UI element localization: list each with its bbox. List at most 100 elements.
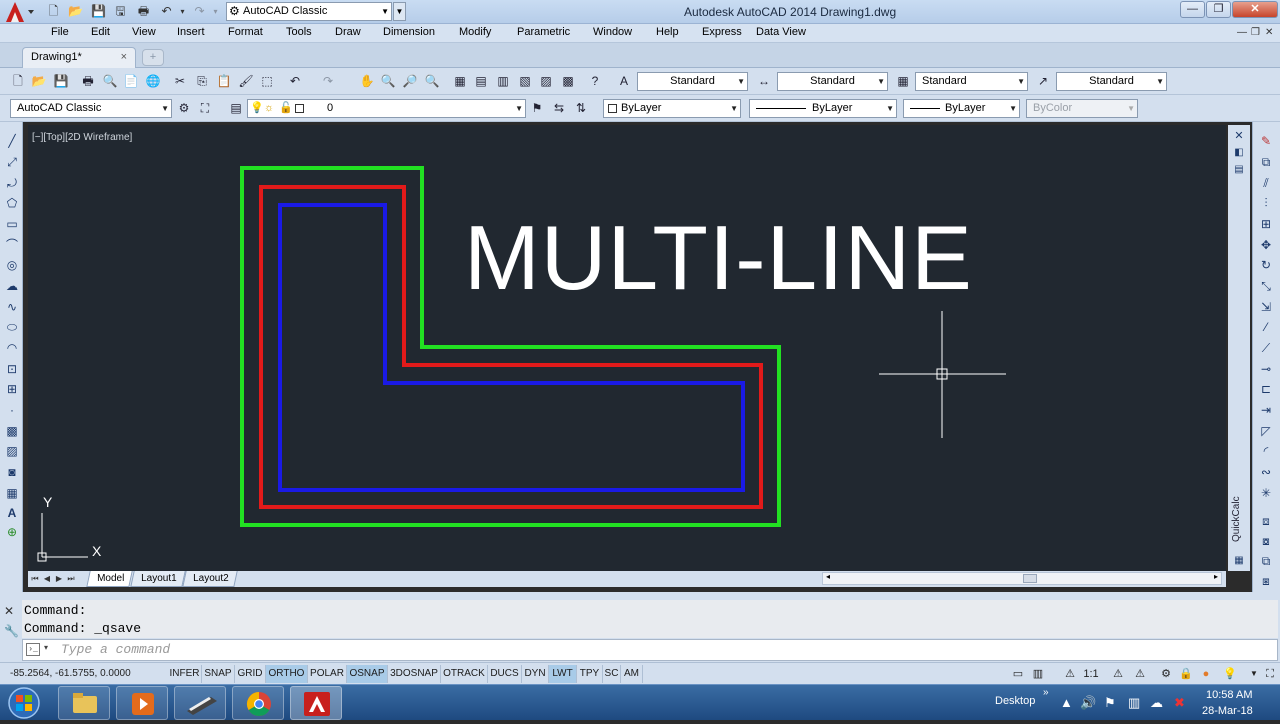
horizontal-scrollbar[interactable]: ◂ ▸ bbox=[822, 572, 1222, 585]
undo-dropdown-icon[interactable]: ▾ bbox=[174, 3, 191, 20]
tab-model[interactable]: Model bbox=[86, 571, 133, 587]
qnew-icon[interactable]: 🗋 bbox=[10, 73, 26, 89]
annotation-scale-icon[interactable]: ⚠ bbox=[1062, 666, 1078, 682]
menu-edit[interactable]: Edit bbox=[91, 26, 110, 38]
plot-preview-icon[interactable]: 🔍 bbox=[102, 73, 118, 89]
layer-select[interactable]: 💡 ☼ 🔓 0 ▼ bbox=[247, 99, 526, 118]
workspace-select[interactable]: ⚙ AutoCAD Classic ▼ bbox=[226, 2, 392, 21]
customize-command-line-icon[interactable]: 🔧 bbox=[4, 624, 19, 638]
rotate-icon[interactable]: ↻ bbox=[1257, 256, 1275, 274]
open-icon[interactable]: 📂 bbox=[31, 73, 47, 89]
isolate-objects-icon[interactable]: ● bbox=[1198, 666, 1214, 682]
gradient-tool-icon[interactable]: ▨ bbox=[3, 442, 21, 460]
clock-time[interactable]: 10:58 AM bbox=[1206, 689, 1252, 701]
table-style-select[interactable]: Standard ▼ bbox=[915, 72, 1028, 91]
array-icon[interactable]: ⊞ bbox=[1257, 215, 1275, 233]
break-icon[interactable]: ⊏ bbox=[1257, 380, 1275, 398]
previous-layout-icon[interactable]: ◀ bbox=[42, 572, 52, 585]
workspace-switching-icon[interactable]: ⚙ bbox=[1158, 666, 1174, 682]
status-polar[interactable]: POLAR bbox=[308, 665, 347, 683]
desktop-toolbar-chevron[interactable]: » bbox=[1043, 687, 1049, 698]
taskbar-chrome[interactable] bbox=[232, 686, 284, 720]
add-selected-icon[interactable]: ⊕ bbox=[3, 523, 21, 541]
hatch-tool-icon[interactable]: ▩ bbox=[3, 422, 21, 440]
save-icon[interactable]: 💾 bbox=[90, 3, 107, 20]
auto-scale-icon[interactable]: ⚠ bbox=[1132, 666, 1148, 682]
close-tab-icon[interactable]: × bbox=[121, 51, 127, 63]
chamfer-icon[interactable]: ◸ bbox=[1257, 422, 1275, 440]
undo-icon[interactable]: ↶ bbox=[158, 3, 175, 20]
menu-window[interactable]: Window bbox=[593, 26, 632, 38]
multileader-style-icon[interactable]: ↗ bbox=[1035, 73, 1051, 89]
open-file-icon[interactable]: 📂 bbox=[67, 3, 84, 20]
action-center-flag-icon[interactable]: ⚑ bbox=[1104, 695, 1116, 711]
dim-style-select[interactable]: Standard ▼ bbox=[777, 72, 888, 91]
status-am[interactable]: AM bbox=[621, 665, 643, 683]
taskbar-scanner[interactable] bbox=[174, 686, 226, 720]
make-current-layer-icon[interactable]: ⚑ bbox=[529, 100, 545, 116]
menu-data-view[interactable]: Data View bbox=[756, 26, 806, 38]
scroll-right-icon[interactable]: ▸ bbox=[1214, 572, 1218, 581]
panel-properties-icon[interactable]: ◧ bbox=[1230, 144, 1248, 162]
layer-properties-icon[interactable]: ▤ bbox=[228, 100, 244, 116]
recent-commands-icon[interactable]: ›_ bbox=[26, 643, 40, 656]
explode-icon[interactable]: ✳ bbox=[1257, 484, 1275, 502]
quickcalc-icon[interactable]: ▩ bbox=[560, 73, 576, 89]
arc-tool-icon[interactable]: ⌒ bbox=[3, 236, 21, 254]
text-style-icon[interactable]: A bbox=[616, 73, 632, 89]
status-ducs[interactable]: DUCS bbox=[488, 665, 522, 683]
cloud-sync-icon[interactable]: ☁ bbox=[1150, 695, 1163, 711]
quick-access-customize-button[interactable]: ▼ bbox=[393, 2, 406, 21]
3d-dwf-icon[interactable]: 🌐 bbox=[145, 73, 161, 89]
taskbar-media-player[interactable] bbox=[116, 686, 168, 720]
save-toolbar-icon[interactable]: 💾 bbox=[53, 73, 69, 89]
blend-curves-icon[interactable]: ∾ bbox=[1257, 463, 1275, 481]
move-icon[interactable]: ✥ bbox=[1257, 236, 1275, 254]
menu-express[interactable]: Express bbox=[702, 26, 742, 38]
plot-toolbar-icon[interactable]: 🖶 bbox=[80, 73, 96, 89]
properties-icon[interactable]: ▦ bbox=[452, 73, 468, 89]
doc-close-button[interactable]: ✕ bbox=[1265, 27, 1273, 38]
revision-cloud-icon[interactable]: ☁ bbox=[3, 277, 21, 295]
close-panel-icon[interactable]: ✕ bbox=[1230, 127, 1248, 145]
annotation-scale-value[interactable]: 1:1 bbox=[1078, 666, 1104, 682]
draworder-back-icon[interactable]: ⧇ bbox=[1257, 532, 1275, 550]
circle-tool-icon[interactable]: ◎ bbox=[3, 256, 21, 274]
maximize-button[interactable]: ❐ bbox=[1206, 1, 1231, 18]
annotation-visibility-icon[interactable]: ⚠ bbox=[1110, 666, 1126, 682]
mirror-icon[interactable]: ⫽ bbox=[1257, 174, 1275, 192]
region-tool-icon[interactable]: ◙ bbox=[3, 463, 21, 481]
antivirus-icon[interactable]: ✖ bbox=[1174, 695, 1185, 711]
workspace-toolbar-select[interactable]: AutoCAD Classic ▼ bbox=[10, 99, 172, 118]
table-style-icon[interactable]: ▦ bbox=[895, 73, 911, 89]
erase-icon[interactable]: ✎ bbox=[1257, 132, 1275, 150]
taskbar-explorer[interactable] bbox=[58, 686, 110, 720]
new-file-icon[interactable]: 🗋 bbox=[45, 3, 62, 20]
layer-previous-icon[interactable]: ⇆ bbox=[551, 100, 567, 116]
join-icon[interactable]: ⇥ bbox=[1257, 401, 1275, 419]
minimize-button[interactable]: — bbox=[1180, 1, 1205, 18]
spline-tool-icon[interactable]: ∿ bbox=[3, 298, 21, 316]
paste-icon[interactable]: 📋 bbox=[216, 73, 232, 89]
status-osnap[interactable]: OSNAP bbox=[347, 665, 388, 683]
zoom-realtime-icon[interactable]: 🔍 bbox=[380, 73, 396, 89]
scale-icon[interactable]: ⤡ bbox=[1257, 277, 1275, 295]
rectangle-tool-icon[interactable]: ▭ bbox=[3, 215, 21, 233]
status-lwt[interactable]: LWT bbox=[549, 665, 577, 683]
insert-block-icon[interactable]: ⊡ bbox=[3, 360, 21, 378]
ellipse-arc-tool-icon[interactable]: ◠ bbox=[3, 339, 21, 357]
ellipse-tool-icon[interactable]: ⬭ bbox=[3, 318, 21, 336]
status-ortho[interactable]: ORTHO bbox=[266, 665, 308, 683]
tool-palettes-icon[interactable]: ▥ bbox=[495, 73, 511, 89]
fillet-icon[interactable]: ◜ bbox=[1257, 442, 1275, 460]
extend-icon[interactable]: ⟋ bbox=[1257, 339, 1275, 357]
menu-draw[interactable]: Draw bbox=[335, 26, 361, 38]
offset-icon[interactable]: ⫶ bbox=[1257, 194, 1275, 212]
construction-line-icon[interactable]: ⤢ bbox=[3, 153, 21, 171]
autocad-application-button[interactable] bbox=[2, 0, 38, 24]
draworder-under-icon[interactable]: ⧆ bbox=[1257, 572, 1275, 590]
menu-dimension[interactable]: Dimension bbox=[383, 26, 435, 38]
linetype-select[interactable]: ByLayer ▼ bbox=[749, 99, 897, 118]
status-snap[interactable]: SNAP bbox=[202, 665, 235, 683]
quick-view-layouts-icon[interactable]: ▥ bbox=[1030, 666, 1046, 682]
